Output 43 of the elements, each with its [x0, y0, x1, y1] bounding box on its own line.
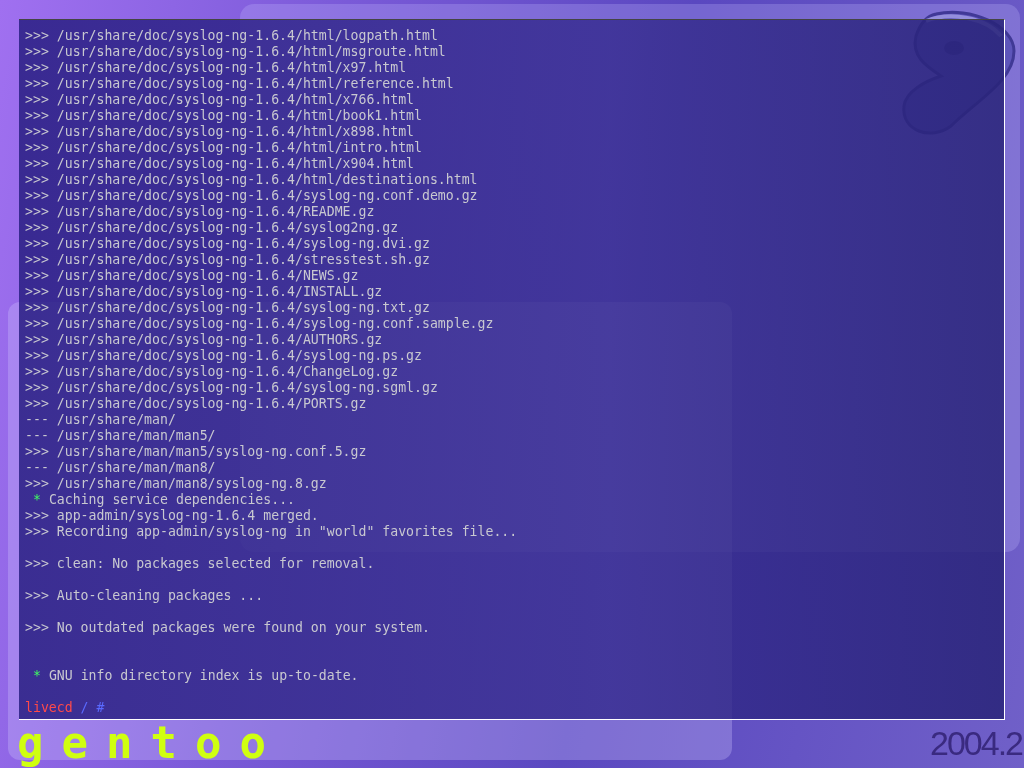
output-line: >>> /usr/share/doc/syslog-ng-1.6.4/html/reference.html [25, 76, 455, 92]
output-line: >>> /usr/share/doc/syslog-ng-1.6.4/README.gz [25, 204, 376, 220]
prompt-path: / [80, 700, 89, 715]
output-line: >>> /usr/share/doc/syslog-ng-1.6.4/syslog-ng.conf.sample.gz [25, 316, 495, 332]
output-line: --- /usr/share/man/ [25, 412, 177, 428]
output-line: >>> /usr/share/man/man8/syslog-ng.8.gz [25, 476, 328, 492]
output-line: >>> /usr/share/doc/syslog-ng-1.6.4/syslog-ng.ps.gz [25, 348, 423, 364]
output-line: >>> /usr/share/doc/syslog-ng-1.6.4/html/msgroute.html [25, 44, 447, 60]
output-line: >>> No outdated packages were found on your system. [25, 620, 431, 636]
output-line: >>> /usr/share/doc/syslog-ng-1.6.4/syslog2ng.gz [25, 220, 400, 236]
output-line: >>> /usr/share/doc/syslog-ng-1.6.4/html/logpath.html [25, 28, 439, 44]
version-label: 2004.2 [930, 723, 1022, 763]
output-line: >>> /usr/share/doc/syslog-ng-1.6.4/stresstest.sh.gz [25, 252, 431, 268]
output-line: >>> /usr/share/doc/syslog-ng-1.6.4/syslog-ng.txt.gz [25, 300, 431, 316]
output-line: >>> /usr/share/doc/syslog-ng-1.6.4/html/book1.html [25, 108, 423, 124]
gentoo-logo: gentoo [17, 721, 284, 765]
output-line: >>> Auto-cleaning packages ... [25, 588, 265, 604]
output-line: >>> /usr/share/doc/syslog-ng-1.6.4/INSTALL.gz [25, 284, 384, 300]
output-line: >>> /usr/share/doc/syslog-ng-1.6.4/html/x97.html [25, 60, 408, 76]
output-line: >>> /usr/share/doc/syslog-ng-1.6.4/html/x904.html [25, 156, 416, 172]
prompt-symbol: # [96, 700, 105, 715]
output-line: Caching service dependencies... [48, 492, 296, 507]
output-line: --- /usr/share/man/man8/ [25, 460, 217, 476]
output-line: >>> /usr/share/doc/syslog-ng-1.6.4/syslog-ng.sgml.gz [25, 380, 439, 396]
output-line: >>> /usr/share/doc/syslog-ng-1.6.4/syslog-ng.conf.demo.gz [25, 188, 479, 204]
output-line: GNU info directory index is up-to-date. [48, 668, 359, 683]
asterisk-marker: * [33, 668, 41, 683]
output-line: >>> /usr/share/man/man5/syslog-ng.conf.5.gz [25, 444, 368, 460]
asterisk-marker: * [33, 492, 41, 507]
output-line: >>> /usr/share/doc/syslog-ng-1.6.4/html/destinations.html [25, 172, 479, 188]
output-line: >>> app-admin/syslog-ng-1.6.4 merged. [25, 508, 320, 524]
output-line: >>> /usr/share/doc/syslog-ng-1.6.4/NEWS.gz [25, 268, 360, 284]
prompt-host: livecd [25, 700, 73, 715]
output-line: >>> /usr/share/doc/syslog-ng-1.6.4/html/x766.html [25, 92, 416, 108]
output-line: >>> /usr/share/doc/syslog-ng-1.6.4/PORTS.gz [25, 396, 368, 412]
output-line: >>> /usr/share/doc/syslog-ng-1.6.4/html/intro.html [25, 140, 423, 156]
output-line: >>> clean: No packages selected for removal. [25, 556, 376, 572]
output-line: >>> /usr/share/doc/syslog-ng-1.6.4/html/x898.html [25, 124, 416, 140]
output-line: >>> Recording app-admin/syslog-ng in "world" favorites file... [25, 524, 519, 540]
output-line: >>> /usr/share/doc/syslog-ng-1.6.4/ChangeLog.gz [25, 364, 400, 380]
output-line: >>> /usr/share/doc/syslog-ng-1.6.4/AUTHORS.gz [25, 332, 384, 348]
output-line: --- /usr/share/man/man5/ [25, 428, 217, 444]
output-line: >>> /usr/share/doc/syslog-ng-1.6.4/syslog-ng.dvi.gz [25, 236, 431, 252]
